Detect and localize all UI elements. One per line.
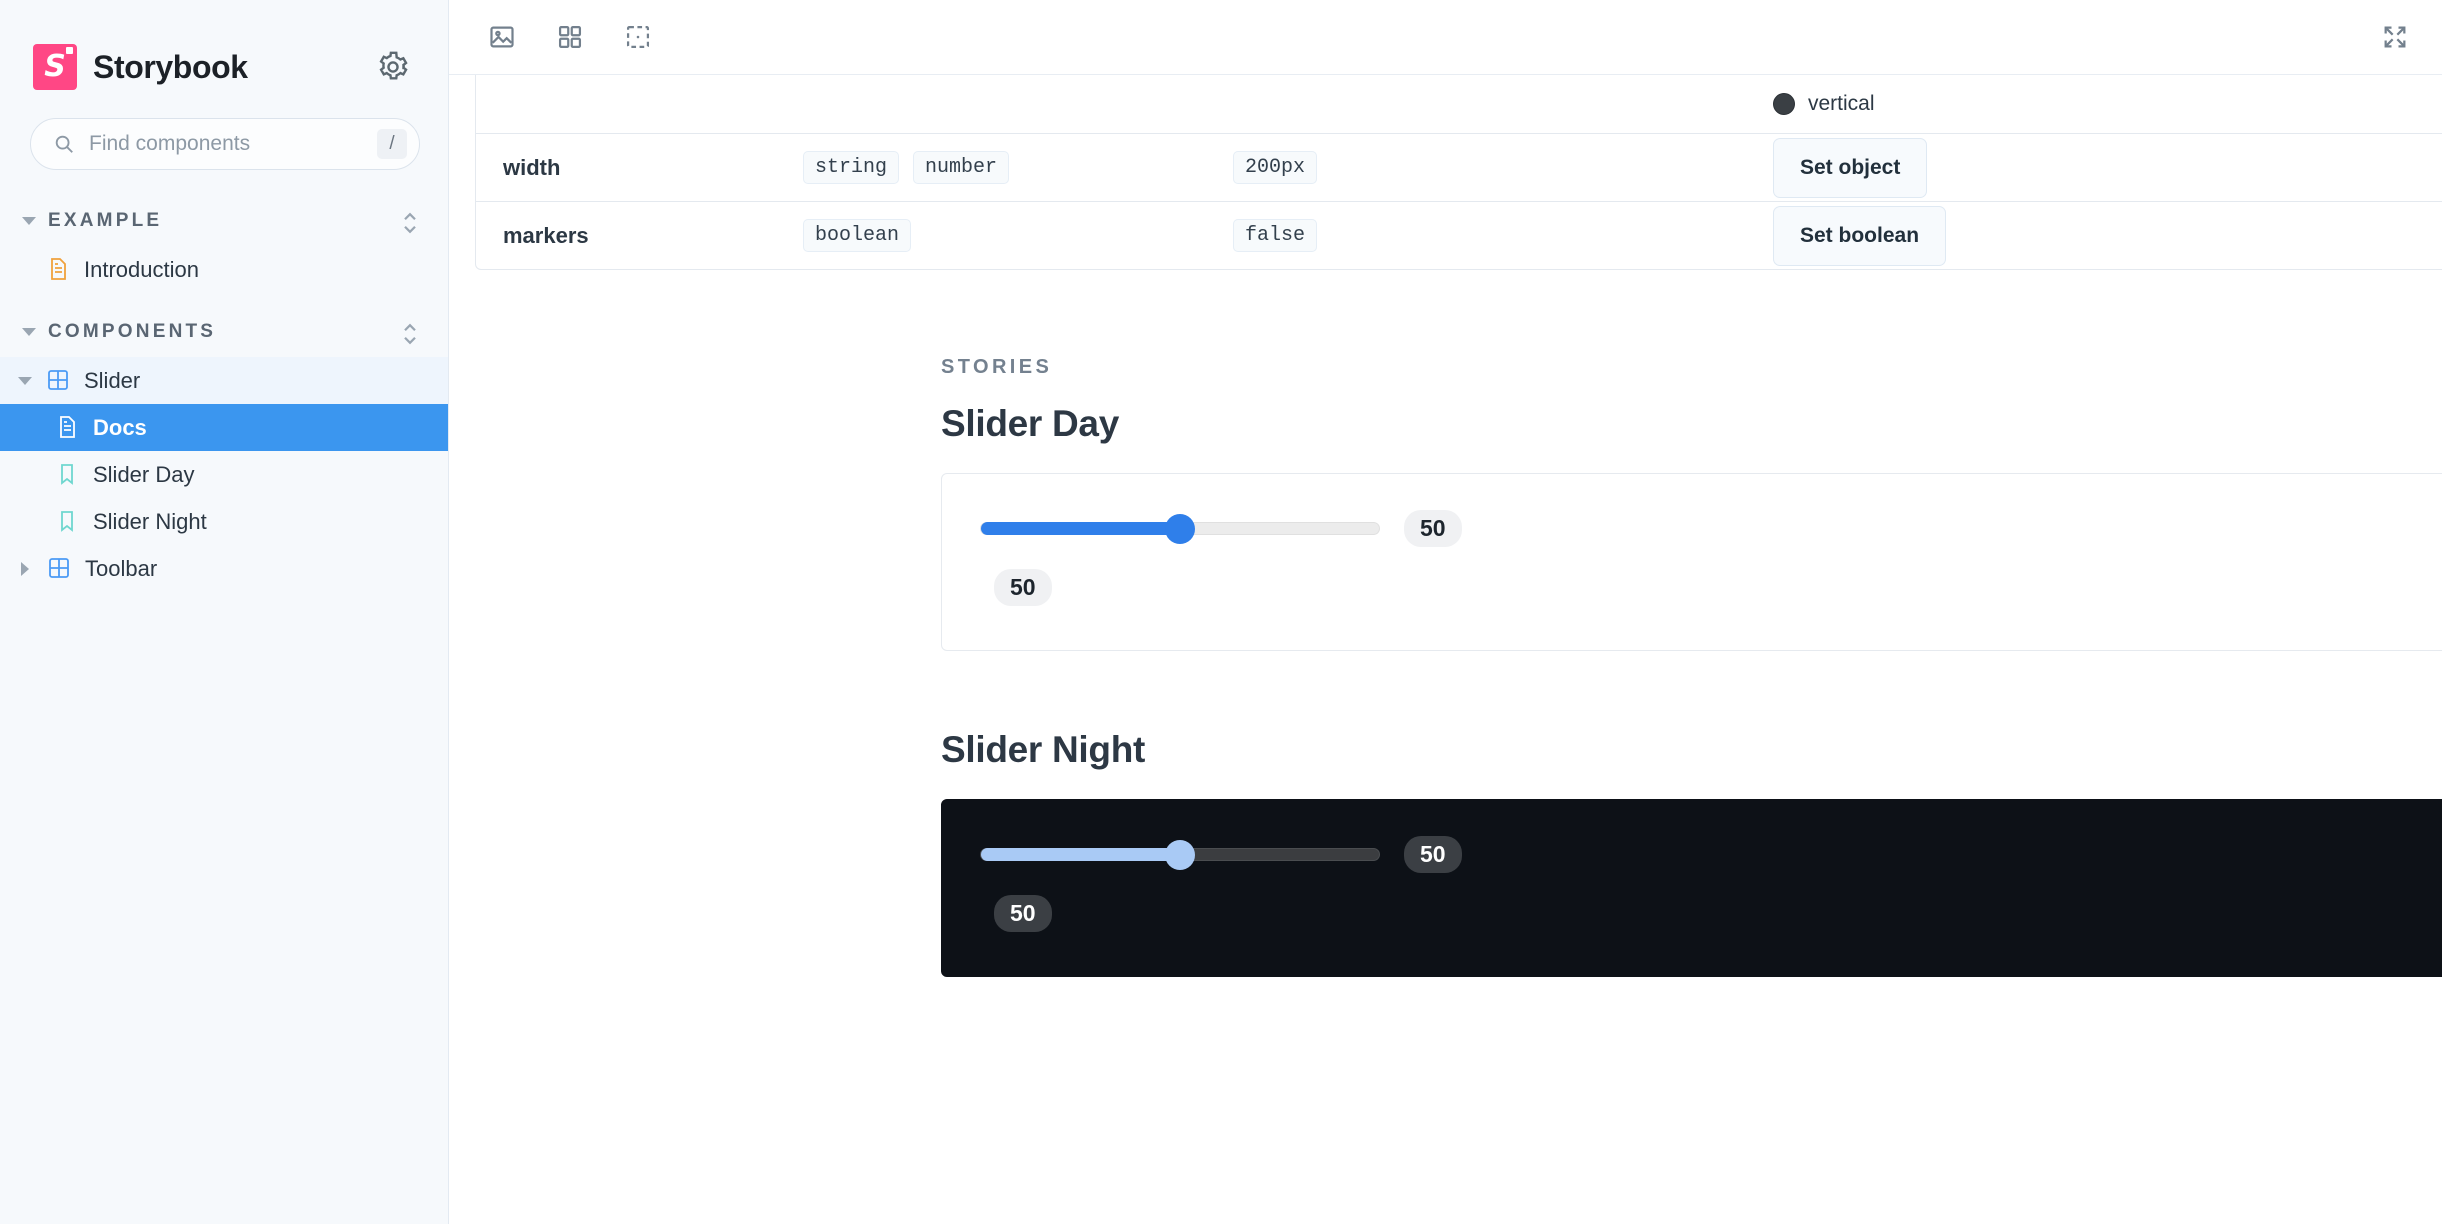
slider-fill bbox=[981, 848, 1180, 861]
slider-thumb[interactable] bbox=[1165, 839, 1195, 870]
expand-collapse-icon[interactable] bbox=[400, 319, 420, 345]
document-icon bbox=[55, 415, 79, 441]
slider-row: 50 bbox=[980, 836, 2442, 873]
sidebar-group-components[interactable]: COMPONENTS bbox=[0, 307, 448, 357]
type-chip: string bbox=[803, 151, 900, 184]
slider-value-badge: 50 bbox=[1404, 510, 1462, 547]
slider-output-badge: 50 bbox=[994, 895, 1052, 932]
sidebar-item-label: Slider Night bbox=[93, 508, 207, 534]
story-preview-slider-night: 50 50 Show code bbox=[941, 799, 2442, 977]
stories-section-label: STORIES bbox=[941, 356, 1053, 378]
group-label: COMPONENTS bbox=[48, 321, 217, 342]
expand-collapse-icon[interactable] bbox=[400, 208, 420, 234]
slider-fill bbox=[981, 522, 1180, 535]
sidebar-item-label: Slider Day bbox=[93, 461, 195, 487]
group-label: EXAMPLE bbox=[48, 210, 163, 231]
storybook-app: S Storybook / bbox=[0, 0, 2442, 1224]
table-row: width string number 200px Set object bbox=[476, 133, 2442, 201]
component-tree: EXAMPLE Introduction COMPONENTS Slider D… bbox=[0, 170, 448, 592]
prop-control: vertical bbox=[1773, 92, 2442, 116]
search-icon bbox=[53, 133, 75, 155]
sidebar-group-example[interactable]: EXAMPLE bbox=[0, 196, 448, 246]
slider-output-row: 50 bbox=[994, 895, 2442, 932]
sidebar-item-label: Toolbar bbox=[85, 555, 158, 581]
radio-option-vertical[interactable]: vertical bbox=[1773, 92, 1875, 116]
story-title-slider-night: Slider Night bbox=[941, 729, 1146, 770]
slider-value-badge: 50 bbox=[1404, 836, 1462, 873]
prop-type: boolean bbox=[803, 219, 1233, 252]
sidebar-item-label: Docs bbox=[93, 414, 147, 440]
sidebar-item-slider-day[interactable]: Slider Day bbox=[0, 451, 448, 498]
document-icon bbox=[46, 257, 70, 283]
sidebar-header: S Storybook bbox=[0, 0, 448, 96]
radio-option-label: vertical bbox=[1808, 92, 1875, 115]
component-grid-icon bbox=[46, 368, 70, 394]
docs-content: vertical width string number 200px Set o… bbox=[449, 75, 2442, 1224]
type-chip: number bbox=[913, 151, 1010, 184]
slider-day[interactable] bbox=[980, 513, 1380, 544]
sidebar: S Storybook / bbox=[0, 0, 449, 1224]
sidebar-item-label: Slider bbox=[84, 367, 141, 393]
search-input[interactable] bbox=[89, 132, 363, 156]
table-row: markers boolean false Set boolean bbox=[476, 201, 2442, 269]
chevron-right-icon bbox=[21, 561, 29, 576]
prop-name: markers bbox=[503, 222, 589, 248]
story-title-slider-day: Slider Day bbox=[941, 403, 1119, 444]
component-grid-icon bbox=[47, 556, 71, 582]
preview-toolbar bbox=[449, 0, 2442, 75]
prop-control: Set object bbox=[1773, 137, 2442, 198]
search-container: / bbox=[0, 96, 448, 170]
prop-type: string number bbox=[803, 151, 1233, 184]
measure-icon[interactable] bbox=[615, 14, 661, 60]
main-panel: vertical width string number 200px Set o… bbox=[449, 0, 2442, 1224]
sidebar-item-slider-night[interactable]: Slider Night bbox=[0, 498, 448, 545]
prop-control: Set boolean bbox=[1773, 205, 2442, 266]
brand[interactable]: S Storybook bbox=[33, 44, 248, 90]
chevron-down-icon bbox=[22, 328, 36, 336]
radio-selected-icon[interactable] bbox=[1773, 93, 1795, 115]
prop-default: false bbox=[1233, 219, 1773, 252]
story-bookmark-icon bbox=[55, 462, 79, 488]
chevron-down-icon bbox=[18, 376, 32, 385]
gear-icon[interactable] bbox=[376, 50, 410, 84]
set-boolean-button[interactable]: Set boolean bbox=[1773, 205, 1947, 266]
story-preview-slider-day: 50 50 Show code bbox=[941, 473, 2442, 651]
sidebar-item-docs[interactable]: Docs bbox=[0, 404, 448, 451]
story-canvas: 50 50 bbox=[942, 474, 2442, 650]
sidebar-item-slider[interactable]: Slider bbox=[0, 357, 448, 404]
search-box[interactable]: / bbox=[30, 118, 420, 170]
zoom-image-icon[interactable] bbox=[479, 14, 525, 60]
default-chip: false bbox=[1233, 219, 1318, 252]
set-object-button[interactable]: Set object bbox=[1773, 137, 1928, 198]
default-chip: 200px bbox=[1233, 151, 1318, 184]
prop-default: 200px bbox=[1233, 151, 1773, 184]
prop-name: width bbox=[503, 154, 561, 180]
props-table: vertical width string number 200px Set o… bbox=[475, 75, 2442, 270]
toolbar-left-group bbox=[479, 14, 661, 60]
storybook-logo-icon: S bbox=[33, 44, 77, 90]
chevron-down-icon bbox=[22, 217, 36, 225]
slider-output-badge: 50 bbox=[994, 569, 1052, 606]
slider-night[interactable] bbox=[980, 839, 1380, 870]
sidebar-item-label: Introduction bbox=[84, 256, 199, 282]
story-canvas: 50 50 bbox=[942, 800, 2442, 976]
sidebar-item-toolbar[interactable]: Toolbar bbox=[0, 545, 448, 592]
grid-icon[interactable] bbox=[547, 14, 593, 60]
search-shortcut-key: / bbox=[377, 129, 407, 159]
story-bookmark-icon bbox=[55, 509, 79, 535]
slider-thumb[interactable] bbox=[1165, 513, 1195, 544]
table-row: vertical bbox=[476, 75, 2442, 133]
fullscreen-icon[interactable] bbox=[2372, 14, 2418, 60]
slider-row: 50 bbox=[980, 510, 2442, 547]
slider-output-row: 50 bbox=[994, 569, 2442, 606]
brand-title: Storybook bbox=[93, 48, 248, 85]
type-chip: boolean bbox=[803, 219, 912, 252]
sidebar-item-introduction[interactable]: Introduction bbox=[0, 246, 448, 293]
